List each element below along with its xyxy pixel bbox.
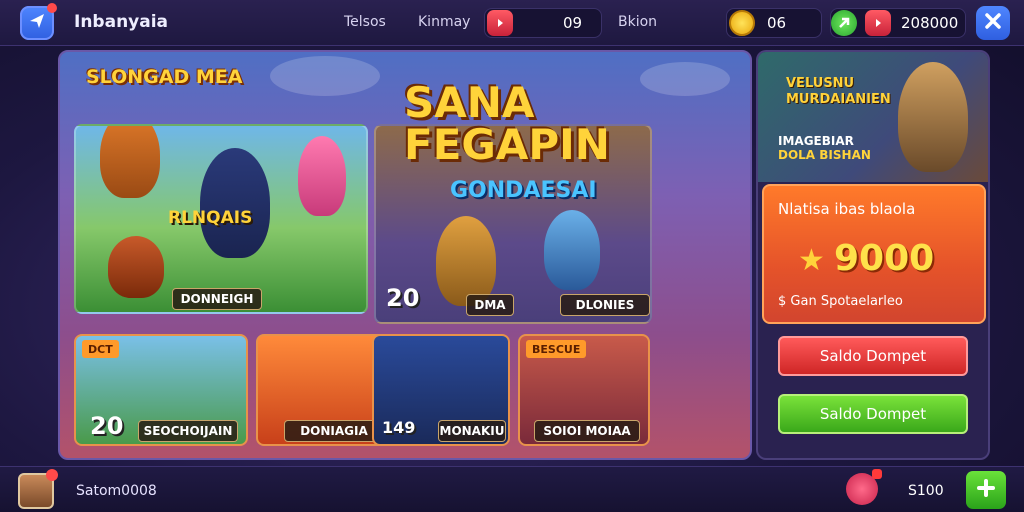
promo-title: VELUSNU MURDAIANIEN [786,76,891,108]
app-logo-button[interactable] [20,3,57,40]
character-art [298,136,346,216]
close-button[interactable] [976,6,1010,40]
footer-amount: S100 [908,483,944,499]
feature-label-1: DMA [466,294,514,316]
reward-title: Nlatisa ibas blaola [778,200,916,218]
ticket-icon [487,10,513,36]
hero-overlay-text: RLNQAIS [168,208,253,228]
promo-title-line1: VELUSNU [786,76,855,91]
region-label[interactable]: Bkion [618,14,657,30]
feature-title-line1: SANA [404,78,535,127]
character-art [436,216,496,306]
hero-game-card[interactable]: RLNQAIS DONNEIGH [74,124,368,314]
coin-icon [729,10,755,36]
mini-card-label: MONAKIU [438,420,506,442]
section-title: SLONGAD MEA [86,66,243,88]
reward-value: 9000 [834,238,935,279]
promo-sub-line2: DOLA BISHAN [778,148,871,162]
promo-title-line2: MURDAIANIEN [786,92,891,107]
balance-label: Satom0008 [76,483,157,499]
mini-card-tag: BESCUE [526,340,587,358]
promo-panel: VELUSNU MURDAIANIEN IMAGEBIAR DOLA BISHA… [756,50,990,460]
mini-card-label: SOIOI MOIAA [534,420,640,442]
character-art [108,236,164,298]
mini-game-card[interactable]: 149 MONAKIU [372,334,510,446]
feature-label-2: DLONIES [560,294,650,316]
feature-subtitle: GONDAESAI [450,178,597,203]
avatar[interactable] [18,469,58,509]
mini-card-tag: DCT [82,340,119,358]
mini-card-label: DONIAGIA [284,420,384,442]
top-bar: Inbanyaia Telsos Kinmay 09 Bkion 06 2080… [0,0,1024,46]
mini-game-card[interactable]: DCT 20 SEOCHOIJAIN [74,334,248,446]
star-icon: ★ [798,243,825,278]
character-art [100,126,160,198]
game-showcase-panel: SLONGAD MEA RLNQAIS DONNEIGH 20 DMA DLON… [58,50,752,460]
notification-dot [47,3,57,13]
gem-balance-chip[interactable]: 208000 [830,8,966,38]
plus-icon [976,478,996,502]
feature-title-line2: FEGAPIN [404,120,610,169]
nav-link-kinmay[interactable]: Kinmay [418,14,470,30]
coin-balance-chip[interactable]: 06 [726,8,822,38]
green-plus-icon[interactable] [831,10,857,36]
cloud-decoration [640,62,730,96]
notification-dot [46,469,58,481]
flag-icon [865,10,891,36]
coin-balance: 06 [767,14,787,32]
cloud-decoration [270,56,380,96]
notification-dot [872,469,882,479]
mini-card-badge: 149 [382,418,416,437]
promo-sub-line1: IMAGEBIAR [778,134,854,148]
wallet-balance-button-secondary[interactable]: Saldo Dompet [778,394,968,434]
ticket-chip[interactable]: 09 [484,8,602,38]
hero-card-label: DONNEIGH [172,288,262,310]
ticket-value: 09 [563,14,583,32]
mini-game-card[interactable]: BESCUE SOIOI MOIAA [518,334,650,446]
close-icon [984,12,1002,34]
add-button[interactable] [966,471,1006,509]
feature-badge: 20 [386,284,420,312]
promo-subtitle: IMAGEBIAR DOLA BISHAN [778,134,871,162]
mini-card-badge: 20 [90,412,124,440]
wallet-balance-button-primary[interactable]: Saldo Dompet [778,336,968,376]
reward-caption: $ Gan Spotaelarleo [778,294,903,309]
gem-balance: 208000 [901,14,959,32]
promo-banner[interactable]: VELUSNU MURDAIANIEN IMAGEBIAR DOLA BISHA… [758,52,988,182]
feature-title: SANA FEGAPIN [404,82,610,166]
bottom-bar: Satom0008 S100 [0,466,1024,512]
mini-card-label: SEOCHOIJAIN [138,420,238,442]
reward-box: Nlatisa ibas blaola ★ 9000 $ Gan Spotael… [762,184,986,324]
app-title: Inbanyaia [74,12,169,32]
character-art [544,210,600,290]
nav-link-telsos[interactable]: Telsos [344,14,386,30]
character-art [200,148,270,258]
send-icon [27,11,47,35]
character-art [898,62,968,172]
gift-icon[interactable] [846,469,882,505]
